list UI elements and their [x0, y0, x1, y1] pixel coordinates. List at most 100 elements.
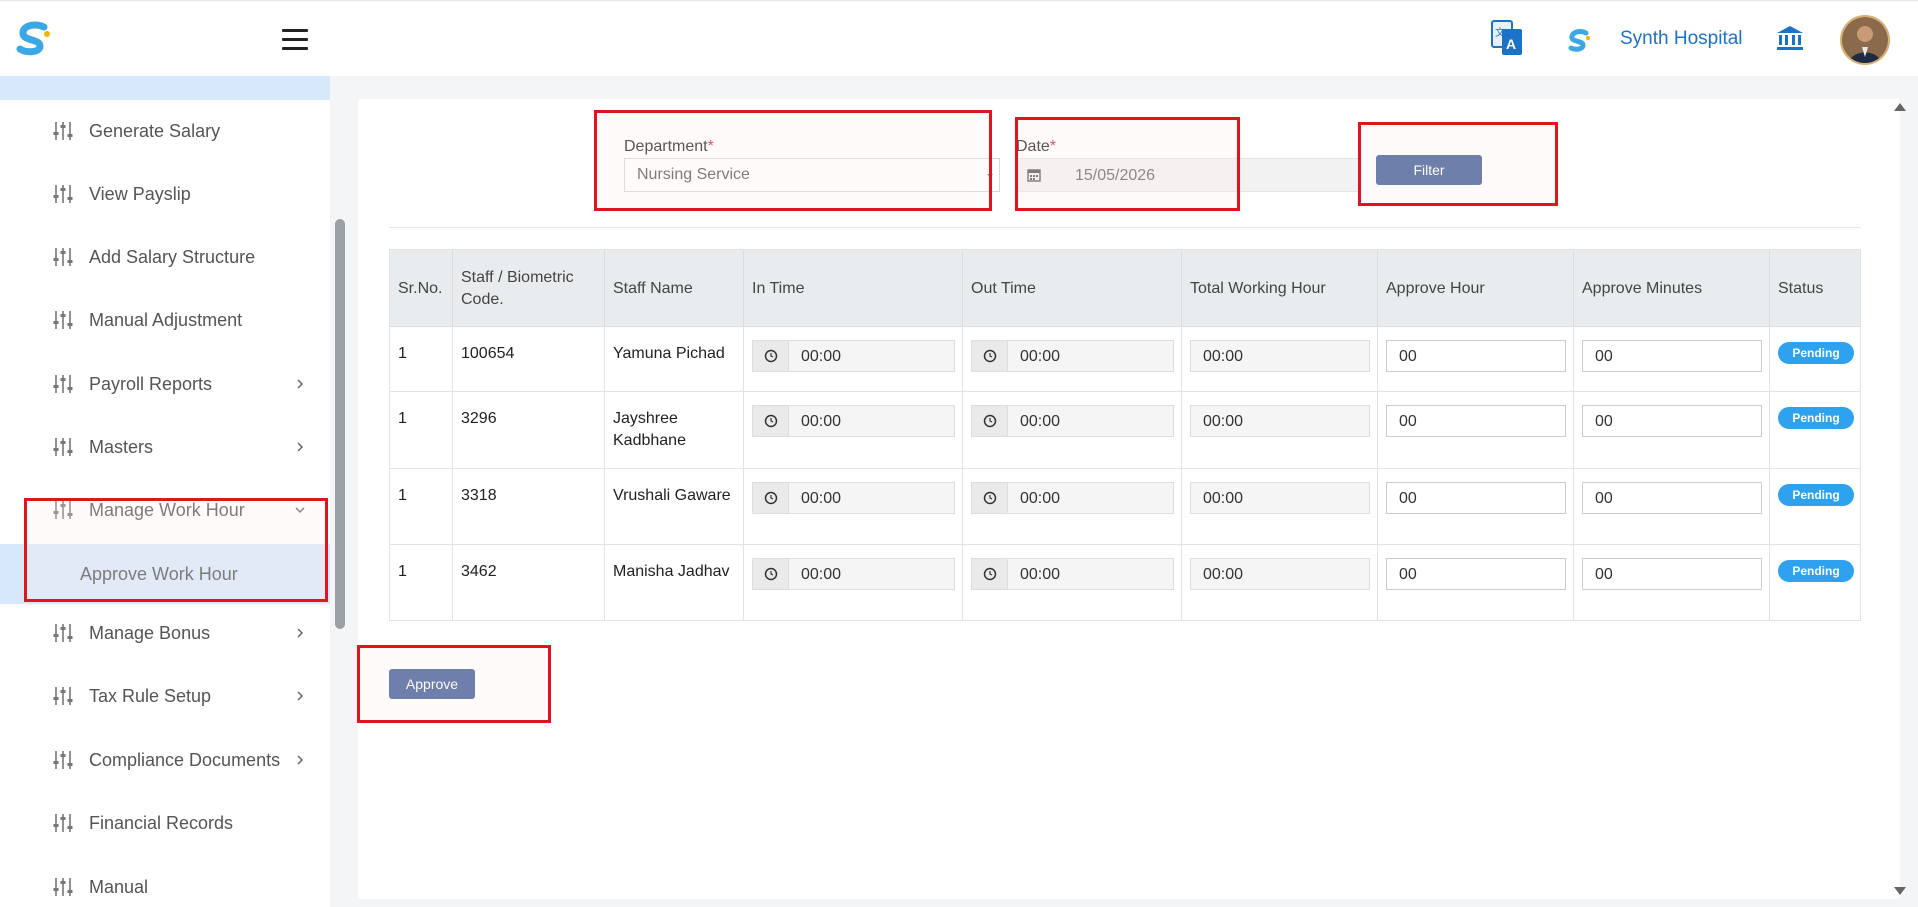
app-logo-icon[interactable] — [14, 21, 54, 59]
total-working-hour-field: 00:00 — [1190, 558, 1370, 590]
clock-icon — [983, 491, 997, 505]
column-header-staff-biometric-code: Staff / Biometric Code. — [453, 250, 605, 327]
sidebar-item-label: Manage Work Hour — [89, 499, 245, 520]
sidebar-item-manage-bonus[interactable]: Manage Bonus — [0, 604, 330, 662]
top-header: A 文 Synth Hospital — [0, 0, 1918, 76]
sidebar-item-manual[interactable]: Manual — [0, 858, 330, 907]
hospital-logo-icon — [1568, 29, 1590, 52]
cell-biometric-code: 3296 — [453, 392, 605, 469]
column-header-in-time: In Time — [744, 250, 963, 327]
column-header-approve-minutes: Approve Minutes — [1574, 250, 1770, 327]
out-time-input[interactable]: 00:00 — [971, 558, 1174, 590]
sidebar-item-add-salary-structure[interactable]: Add Salary Structure — [0, 228, 330, 286]
column-header-staff-name: Staff Name — [605, 250, 744, 327]
sidebar-item-label: Generate Salary — [89, 120, 221, 141]
cell-sr-no: 1 — [390, 327, 453, 392]
avatar[interactable] — [1840, 15, 1890, 65]
approve-minutes-input[interactable]: 00 — [1582, 558, 1762, 590]
chevron-right-icon — [297, 755, 304, 765]
cell-staff-name: Vrushali Gaware — [605, 469, 744, 545]
total-working-hour-field: 00:00 — [1190, 482, 1370, 514]
sliders-icon — [53, 375, 73, 393]
sidebar-item-generate-salary[interactable]: Generate Salary — [0, 102, 330, 160]
cell-staff-name: Jayshree Kadbhane — [605, 392, 744, 469]
in-time-input[interactable]: 00:00 — [752, 482, 955, 514]
scroll-up-icon[interactable] — [1894, 103, 1906, 111]
scroll-down-icon[interactable] — [1894, 887, 1906, 895]
divider — [389, 227, 1861, 228]
sidebar-scrollbar[interactable] — [335, 219, 345, 629]
sidebar-item-label: Financial Records — [89, 812, 234, 833]
approve-minutes-input[interactable]: 00 — [1582, 405, 1762, 437]
menu-icon[interactable] — [282, 29, 308, 51]
out-time-input[interactable]: 00:00 — [971, 482, 1174, 514]
approve-minutes-input[interactable]: 00 — [1582, 340, 1762, 372]
department-value: Nursing Service — [637, 166, 750, 183]
sliders-icon — [53, 501, 73, 519]
approve-hour-input[interactable]: 00 — [1386, 558, 1566, 590]
sidebar: Generate Salary View Payslip Add Salary St… — [0, 76, 330, 907]
chevron-right-icon — [297, 628, 304, 638]
work-hour-table: Sr.No. Staff / Biometric Code. Staff Name I… — [389, 249, 1861, 621]
sidebar-item-payroll-reports[interactable]: Payroll Reports — [0, 355, 330, 413]
out-time-value: 00:00 — [1020, 348, 1061, 365]
sidebar-item-label: Manual — [89, 876, 149, 897]
hospital-name[interactable]: Synth Hospital — [1620, 28, 1743, 50]
in-time-value: 00:00 — [801, 566, 842, 583]
clock-icon — [983, 414, 997, 428]
sidebar-item-masters[interactable]: Masters — [0, 418, 330, 476]
cell-staff-name: Yamuna Pichad — [605, 327, 744, 392]
chevron-down-icon — [987, 174, 993, 178]
sliders-icon — [53, 814, 73, 832]
in-time-input[interactable]: 00:00 — [752, 340, 955, 372]
total-working-hour-field: 00:00 — [1190, 405, 1370, 437]
status-badge: Pending — [1778, 484, 1854, 506]
chevron-right-icon — [297, 379, 304, 389]
in-time-input[interactable]: 00:00 — [752, 405, 955, 437]
sliders-icon — [53, 185, 73, 203]
sliders-icon — [53, 687, 73, 705]
out-time-input[interactable]: 00:00 — [971, 405, 1174, 437]
svg-text:A: A — [1506, 36, 1516, 52]
cell-sr-no: 1 — [390, 392, 453, 469]
sidebar-item-financial-records[interactable]: Financial Records — [0, 794, 330, 852]
bank-icon[interactable] — [1776, 25, 1804, 51]
sidebar-item-view-payslip[interactable]: View Payslip — [0, 165, 330, 223]
department-select[interactable]: Nursing Service — [624, 158, 1000, 192]
clock-icon — [764, 491, 778, 505]
column-header-approve-hour: Approve Hour — [1378, 250, 1574, 327]
sidebar-item-label: Masters — [89, 436, 154, 457]
in-time-input[interactable]: 00:00 — [752, 558, 955, 590]
sidebar-item-manage-work-hour[interactable]: Manage Work Hour — [0, 481, 330, 539]
table-row: 1 3462 Manisha Jadhav 00:00 00:00 00:00 00 00 Pe… — [390, 545, 1860, 621]
in-time-value: 00:00 — [801, 348, 842, 365]
approve-button[interactable]: Approve — [389, 669, 475, 699]
column-header-status: Status — [1778, 279, 1824, 297]
clock-icon — [764, 414, 778, 428]
sidebar-item-label: Tax Rule Setup — [89, 685, 212, 706]
sidebar-subitem-approve-work-hour[interactable]: Approve Work Hour — [0, 544, 330, 604]
cell-status — [1770, 469, 1860, 545]
sidebar-item-compliance-documents[interactable]: Compliance Documents — [0, 731, 330, 789]
approve-hour-input[interactable]: 00 — [1386, 482, 1566, 514]
sidebar-item-tax-rule-setup[interactable]: Tax Rule Setup — [0, 667, 330, 725]
approve-minutes-input[interactable]: 00 — [1582, 482, 1762, 514]
table-row: 1 3296 Jayshree Kadbhane 00:00 00:00 00:00 00 0… — [390, 392, 1860, 469]
clock-icon — [764, 567, 778, 581]
translate-icon[interactable]: A 文 — [1490, 19, 1524, 57]
chevron-right-icon — [297, 691, 304, 701]
clock-icon — [764, 349, 778, 363]
sliders-icon — [53, 311, 73, 329]
sidebar-item-manual-adjustment[interactable]: Manual Adjustment — [0, 291, 330, 349]
sliders-icon — [53, 122, 73, 140]
approve-hour-input[interactable]: 00 — [1386, 405, 1566, 437]
sidebar-item-label: Payroll Reports — [89, 373, 213, 394]
approve-hour-input[interactable]: 00 — [1386, 340, 1566, 372]
table-row: 1 3318 Vrushali Gaware 00:00 00:00 00:00 00 00 P… — [390, 469, 1860, 545]
cell-status — [1770, 392, 1860, 469]
date-input[interactable]: 15/05/2026 — [1016, 158, 1360, 192]
out-time-input[interactable]: 00:00 — [971, 340, 1174, 372]
clock-icon — [983, 567, 997, 581]
cell-sr-no: 1 — [390, 469, 453, 545]
filter-button[interactable]: Filter — [1376, 155, 1482, 185]
